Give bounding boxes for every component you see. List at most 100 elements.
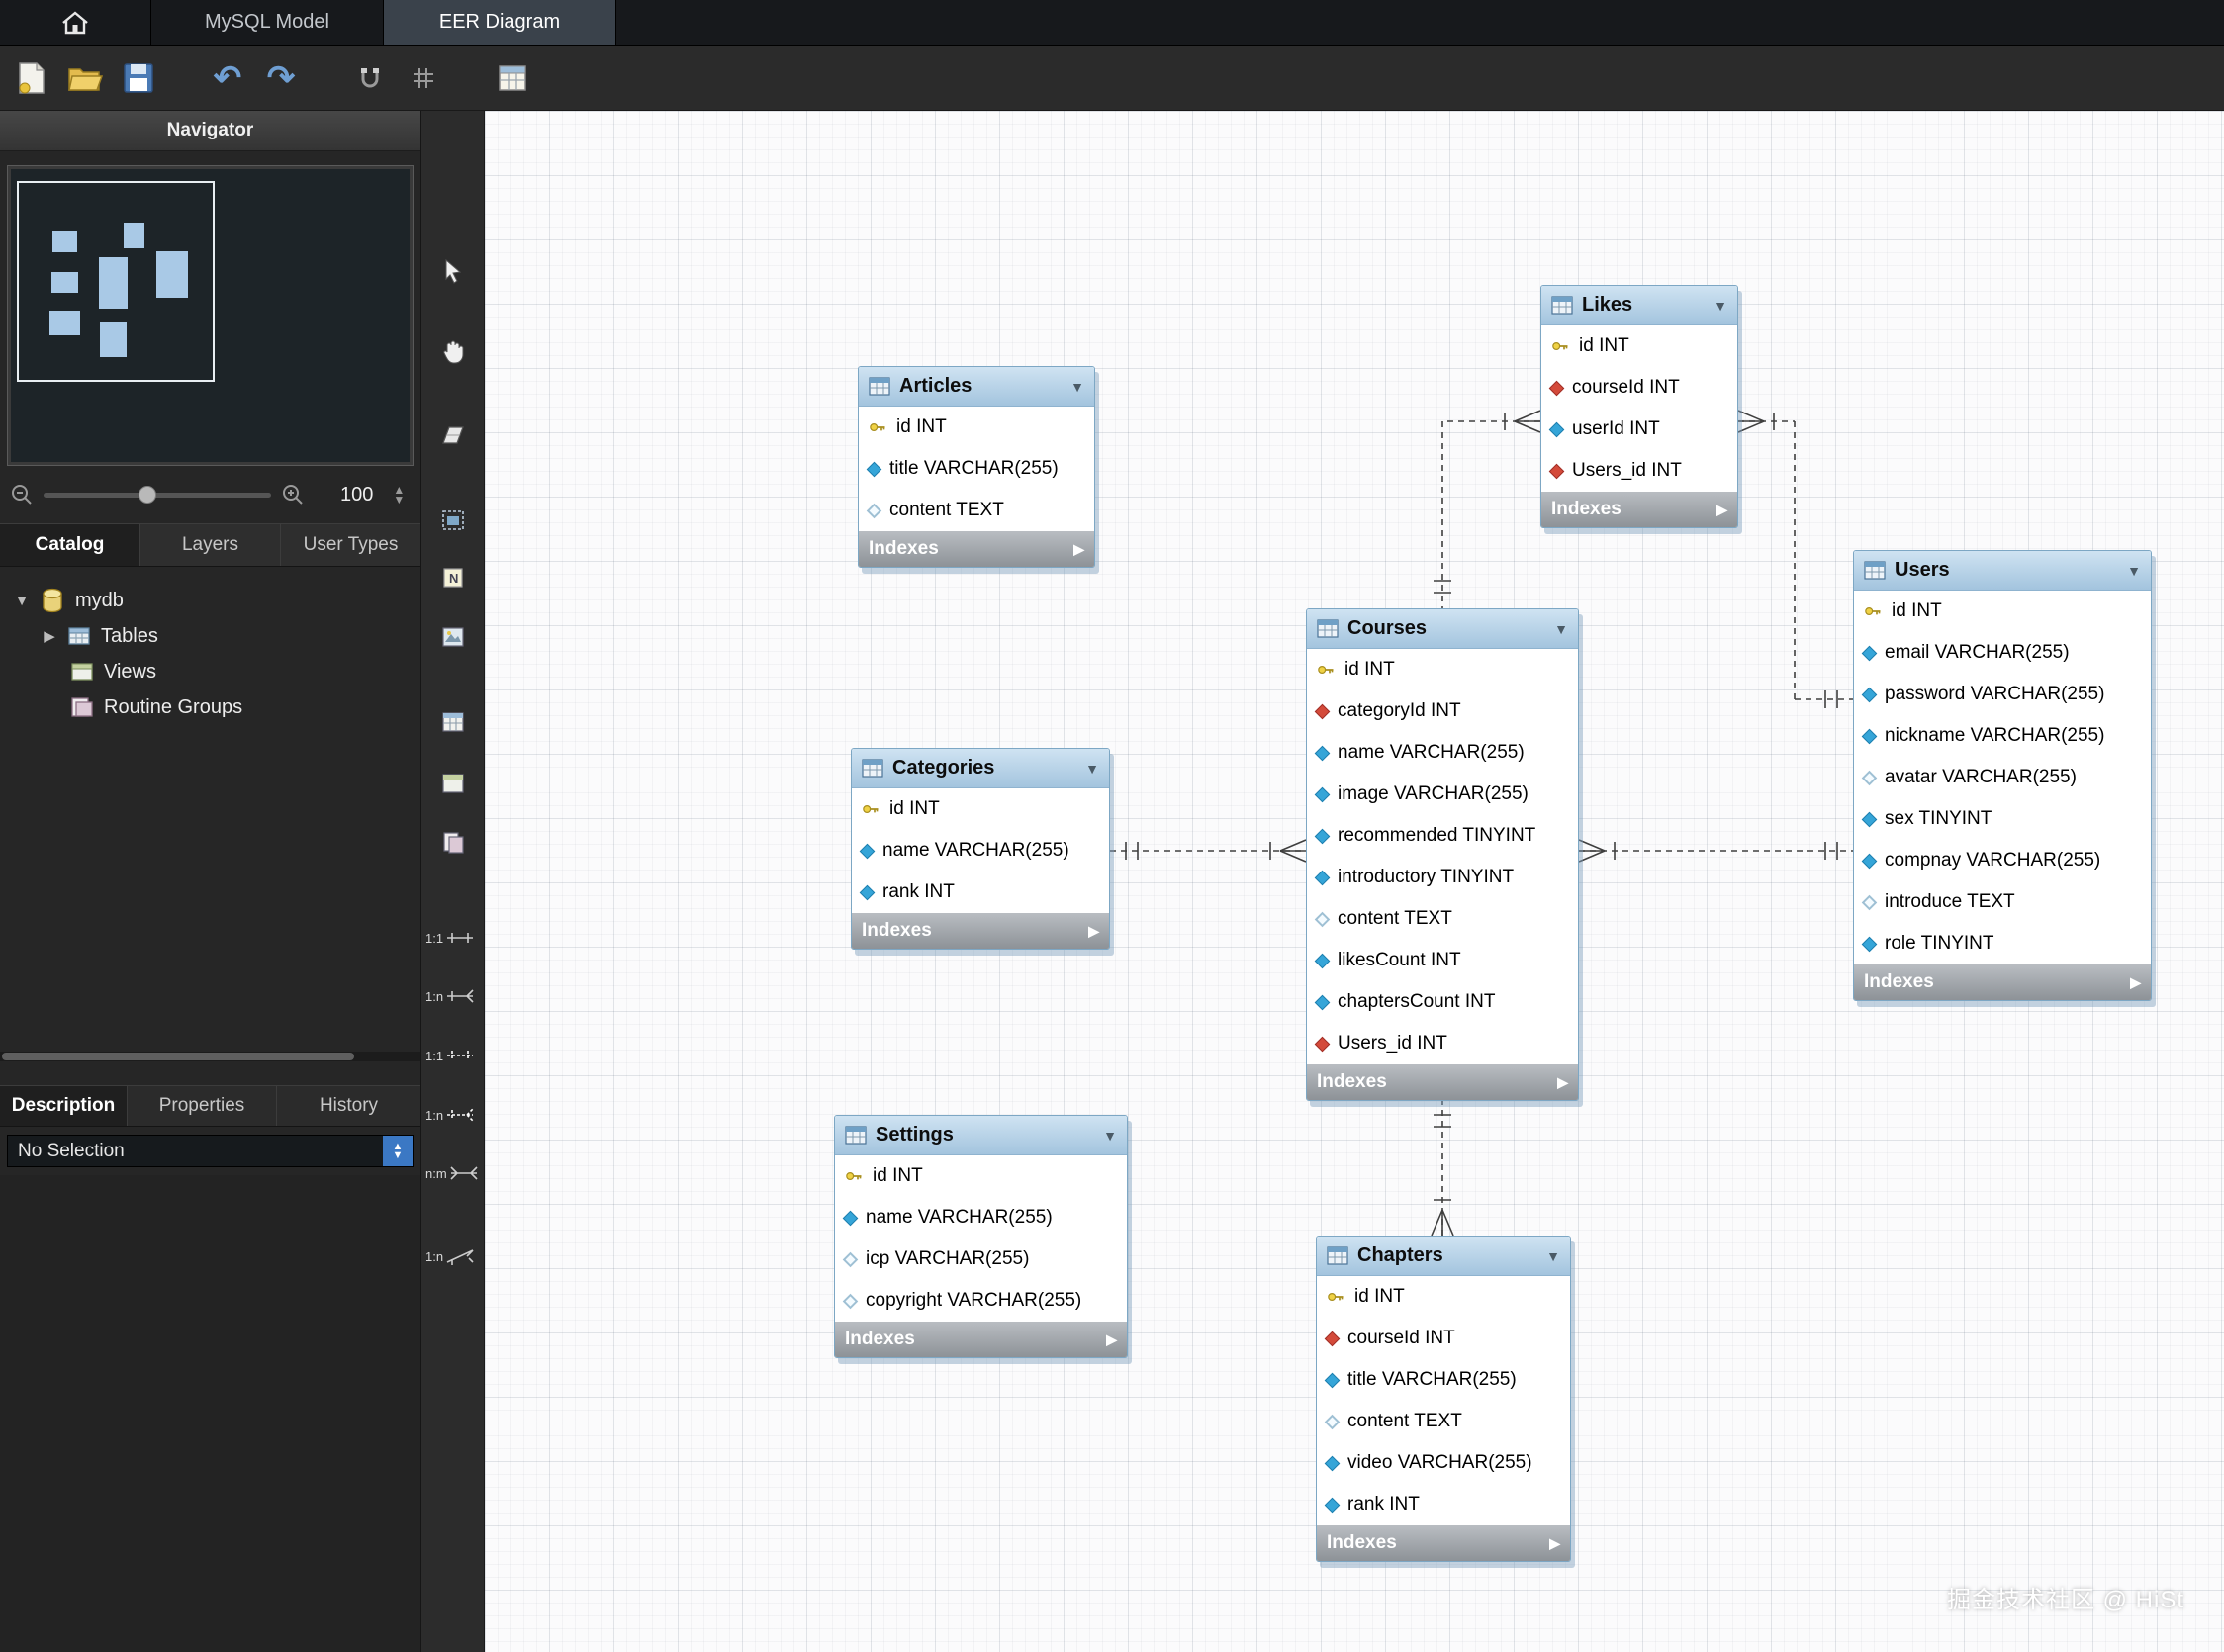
select-tool[interactable] xyxy=(421,249,485,293)
diagram-table-chapters[interactable]: Chapters ▼ id INT courseId INT title VARCHAR… xyxy=(1316,1236,1571,1562)
collapse-arrow-icon[interactable]: ▼ xyxy=(1103,1128,1117,1144)
table-indexes-footer[interactable]: Indexes ▶ xyxy=(1317,1525,1570,1561)
column-text: content TEXT xyxy=(889,500,1004,520)
undo-button[interactable]: ↶ xyxy=(208,58,247,98)
collapse-arrow-icon[interactable]: ▼ xyxy=(1070,379,1084,395)
table-header[interactable]: Settings ▼ xyxy=(835,1116,1127,1155)
tab-catalog[interactable]: Catalog xyxy=(0,524,140,566)
diagram-table-articles[interactable]: Articles ▼ id INT title VARCHAR(255) content… xyxy=(858,366,1095,568)
expand-arrow-icon[interactable]: ▶ xyxy=(1088,923,1099,940)
expand-arrow-icon[interactable]: ▶ xyxy=(1716,502,1727,518)
column-text: name VARCHAR(255) xyxy=(1338,742,1525,763)
relation-tool-1-n-identifying[interactable]: 1:n xyxy=(421,1091,485,1139)
column-icon xyxy=(859,843,876,859)
view-tool[interactable] xyxy=(421,762,485,805)
toggle-magnet-button[interactable] xyxy=(350,58,390,98)
table-header[interactable]: Courses ▼ xyxy=(1307,609,1578,649)
table-column-row: id INT xyxy=(1541,325,1737,367)
table-indexes-footer[interactable]: Indexes ▶ xyxy=(1854,964,2151,1000)
expand-arrow-icon[interactable]: ▶ xyxy=(2130,974,2141,991)
collapse-arrow-icon[interactable]: ▼ xyxy=(1546,1248,1560,1264)
primary-key-icon xyxy=(1551,337,1569,355)
collapse-arrow-icon[interactable]: ▼ xyxy=(2127,563,2141,579)
tab-user-types[interactable]: User Types xyxy=(281,524,420,566)
diagram-table-users[interactable]: Users ▼ id INT email VARCHAR(255) password V… xyxy=(1853,550,2152,1001)
save-model-button[interactable] xyxy=(119,58,158,98)
selection-dropdown[interactable]: No Selection ▲ ▼ xyxy=(7,1135,414,1167)
tab-label: User Types xyxy=(303,534,399,555)
table-header[interactable]: Chapters ▼ xyxy=(1317,1237,1570,1276)
collapse-arrow-icon[interactable]: ▼ xyxy=(1085,761,1099,777)
table-indexes-footer[interactable]: Indexes ▶ xyxy=(1307,1064,1578,1100)
relation-tool-1-n-nonidentifying[interactable]: 1:n xyxy=(421,972,485,1020)
diagram-table-courses[interactable]: Courses ▼ id INT categoryId INT name VARCHAR… xyxy=(1306,608,1579,1101)
redo-button[interactable]: ↷ xyxy=(261,58,301,98)
tab-layers[interactable]: Layers xyxy=(140,524,281,566)
tab-eer-diagram[interactable]: EER Diagram xyxy=(384,0,616,45)
table-header[interactable]: Categories ▼ xyxy=(852,749,1109,788)
table-column-row: introduce TEXT xyxy=(1854,881,2151,923)
zoom-in-icon[interactable] xyxy=(281,483,305,506)
table-header[interactable]: Articles ▼ xyxy=(859,367,1094,407)
tab-mysql-model[interactable]: MySQL Model xyxy=(151,0,384,45)
diagram-table-settings[interactable]: Settings ▼ id INT name VARCHAR(255) icp VARC… xyxy=(834,1115,1128,1358)
relation-tool-existing-columns[interactable]: 1:n xyxy=(421,1233,485,1280)
expand-arrow-icon[interactable]: ▶ xyxy=(1073,541,1084,558)
table-column-row: id INT xyxy=(1854,591,2151,632)
tree-item-tables[interactable]: ▶ Tables xyxy=(0,618,420,654)
routine-tool[interactable] xyxy=(421,821,485,865)
table-column-row: name VARCHAR(255) xyxy=(1307,732,1578,774)
table-header[interactable]: Likes ▼ xyxy=(1541,286,1737,325)
expand-arrow-icon[interactable]: ▶ xyxy=(1557,1074,1568,1091)
home-tab[interactable] xyxy=(0,0,151,45)
relation-tool-n-m[interactable]: n:m xyxy=(421,1149,485,1197)
tree-item-schema[interactable]: ▼ mydb xyxy=(0,583,420,618)
zoom-stepper[interactable]: ▲ ▼ xyxy=(393,484,405,505)
tab-properties[interactable]: Properties xyxy=(128,1086,277,1126)
expand-arrow-icon[interactable]: ▶ xyxy=(1106,1331,1117,1348)
table-indexes-footer[interactable]: Indexes ▶ xyxy=(1541,492,1737,527)
table-indexes-footer[interactable]: Indexes ▶ xyxy=(852,913,1109,949)
collapse-arrow-icon[interactable]: ▼ xyxy=(1554,621,1568,637)
zoom-out-icon[interactable] xyxy=(10,483,34,506)
selection-dropdown-button[interactable]: ▲ ▼ xyxy=(383,1136,413,1166)
collapse-caret-icon[interactable]: ▼ xyxy=(14,593,30,609)
expand-arrow-icon[interactable]: ▶ xyxy=(1549,1535,1560,1552)
expand-caret-icon[interactable]: ▶ xyxy=(42,627,57,645)
note-tool[interactable]: N xyxy=(421,556,485,599)
tab-history[interactable]: History xyxy=(277,1086,420,1126)
eraser-tool[interactable] xyxy=(421,413,485,457)
diagram-table-categories[interactable]: Categories ▼ id INT name VARCHAR(255) rank I… xyxy=(851,748,1110,950)
new-table-button[interactable] xyxy=(493,58,532,98)
toggle-grid-button[interactable] xyxy=(404,58,443,98)
relation-tool-1-1-nonidentifying[interactable]: 1:1 xyxy=(421,914,485,962)
open-model-button[interactable] xyxy=(65,58,105,98)
table-indexes-footer[interactable]: Indexes ▶ xyxy=(835,1322,1127,1357)
layer-tool[interactable] xyxy=(421,499,485,542)
tab-label: Catalog xyxy=(35,534,105,555)
table-header[interactable]: Users ▼ xyxy=(1854,551,2151,591)
eer-diagram-canvas[interactable]: Articles ▼ id INT title VARCHAR(255) content… xyxy=(485,111,2224,1652)
scrollbar-thumb[interactable] xyxy=(2,1053,354,1060)
sidebar-horizontal-scrollbar[interactable] xyxy=(0,1052,420,1061)
table-indexes-footer[interactable]: Indexes ▶ xyxy=(859,531,1094,567)
tree-item-views[interactable]: Views xyxy=(0,654,420,689)
relation-tool-1-1-identifying[interactable]: 1:1 xyxy=(421,1032,485,1079)
zoom-slider[interactable] xyxy=(44,485,271,504)
collapse-arrow-icon[interactable]: ▼ xyxy=(1714,298,1727,314)
tab-description[interactable]: Description xyxy=(0,1086,128,1126)
new-document-button[interactable] xyxy=(12,58,51,98)
table-tool[interactable] xyxy=(421,700,485,744)
table-column-row: Users_id INT xyxy=(1307,1023,1578,1064)
navigator-minimap[interactable] xyxy=(11,169,410,462)
column-text: id INT xyxy=(1892,600,1942,621)
column-text: role TINYINT xyxy=(1885,933,1994,954)
minimap-table-box xyxy=(50,271,79,293)
image-tool[interactable] xyxy=(421,615,485,659)
save-icon xyxy=(124,62,153,93)
pan-tool[interactable] xyxy=(421,330,485,374)
diagram-table-likes[interactable]: Likes ▼ id INT courseId INT userId INT Users_… xyxy=(1540,285,1738,528)
tree-item-routine-groups[interactable]: Routine Groups xyxy=(0,689,420,725)
table-column-row: rank INT xyxy=(852,872,1109,913)
zoom-slider-handle[interactable] xyxy=(139,485,156,504)
